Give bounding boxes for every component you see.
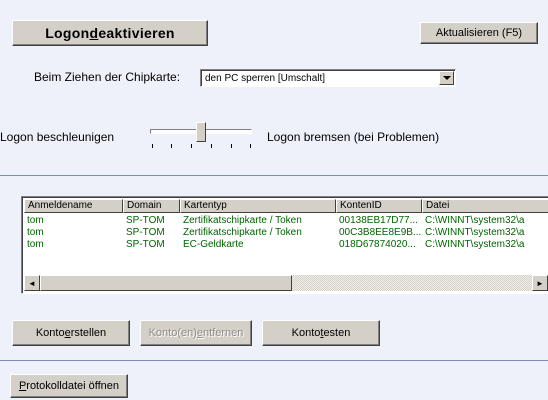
column-header-datei[interactable]: Datei xyxy=(422,199,548,213)
logon-faster-label: Logon beschleunigen xyxy=(0,130,115,144)
open-log-file-button[interactable]: Protokolldatei öffnen xyxy=(10,374,128,398)
card-removal-select[interactable]: den PC sperren [Umschalt] xyxy=(200,69,456,87)
cell-kartentyp: EC-Geldkarte xyxy=(183,239,244,250)
slider-thumb[interactable] xyxy=(196,122,206,142)
chevron-down-icon[interactable] xyxy=(439,71,454,85)
cell-datei: C:\WINNT\system32\a xyxy=(425,239,525,250)
accounts-table[interactable]: Anmeldename Domain Kartentyp KontenID Da… xyxy=(21,196,548,294)
slider-tick-4 xyxy=(231,144,232,148)
table-row[interactable]: tom SP-TOM Zertifikatschipkarte / Token … xyxy=(22,215,548,227)
column-header-kontenid[interactable]: KontenID xyxy=(336,199,422,213)
cell-anmeldename: tom xyxy=(27,227,44,238)
cell-kartentyp: Zertifikatschipkarte / Token xyxy=(183,215,302,226)
cell-datei: C:\WINNT\system32\a xyxy=(425,215,525,226)
cell-anmeldename: tom xyxy=(27,239,44,250)
logon-slower-label: Logon bremsen (bei Problemen) xyxy=(267,130,440,144)
column-header-kartentyp[interactable]: Kartentyp xyxy=(180,199,336,213)
slider-tick-5 xyxy=(250,144,251,148)
cell-kontenid: 018D67874020... xyxy=(339,239,416,250)
card-removal-selected: den PC sperren [Umschalt] xyxy=(205,72,326,84)
scrollbar-thumb[interactable] xyxy=(40,275,292,291)
slider-tick-1 xyxy=(171,144,172,148)
scroll-left-icon[interactable]: ◄ xyxy=(24,275,40,291)
scroll-right-icon[interactable]: ► xyxy=(532,275,548,291)
logon-speed-slider[interactable] xyxy=(148,122,256,152)
column-header-anmeldename[interactable]: Anmeldename xyxy=(24,199,123,213)
cell-kontenid: 00C3B8EE8E9B... xyxy=(339,227,421,238)
table-row[interactable]: tom SP-TOM EC-Geldkarte 018D67874020... … xyxy=(22,239,548,251)
test-account-button[interactable]: Konto t esten xyxy=(262,320,380,346)
slider-tick-0 xyxy=(152,144,153,148)
slider-tick-3 xyxy=(211,144,212,148)
table-row[interactable]: tom SP-TOM Zertifikatschipkarte / Token … xyxy=(22,227,548,239)
cell-kartentyp: Zertifikatschipkarte / Token xyxy=(183,227,302,238)
refresh-button[interactable]: Aktualisieren (F5) xyxy=(420,22,538,44)
create-account-button[interactable]: Konto e rstellen xyxy=(12,320,130,346)
slider-tick-2 xyxy=(191,144,192,148)
separator-bottom xyxy=(0,360,548,361)
horizontal-scrollbar[interactable]: ◄ ► xyxy=(24,275,548,291)
cell-anmeldename: tom xyxy=(27,215,44,226)
remove-account-button[interactable]: Konto(en) e ntfernen xyxy=(140,320,252,346)
cell-kontenid: 00138EB17D77... xyxy=(339,215,418,226)
separator-top xyxy=(0,175,548,176)
card-removal-label: Beim Ziehen der Chipkarte: xyxy=(34,70,181,84)
cell-domain: SP-TOM xyxy=(126,239,165,250)
logon-deactivate-button[interactable]: Logon d eaktivieren xyxy=(12,20,208,46)
cell-domain: SP-TOM xyxy=(126,227,165,238)
cell-domain: SP-TOM xyxy=(126,215,165,226)
cell-datei: C:\WINNT\system32\a xyxy=(425,227,525,238)
column-header-domain[interactable]: Domain xyxy=(123,199,180,213)
